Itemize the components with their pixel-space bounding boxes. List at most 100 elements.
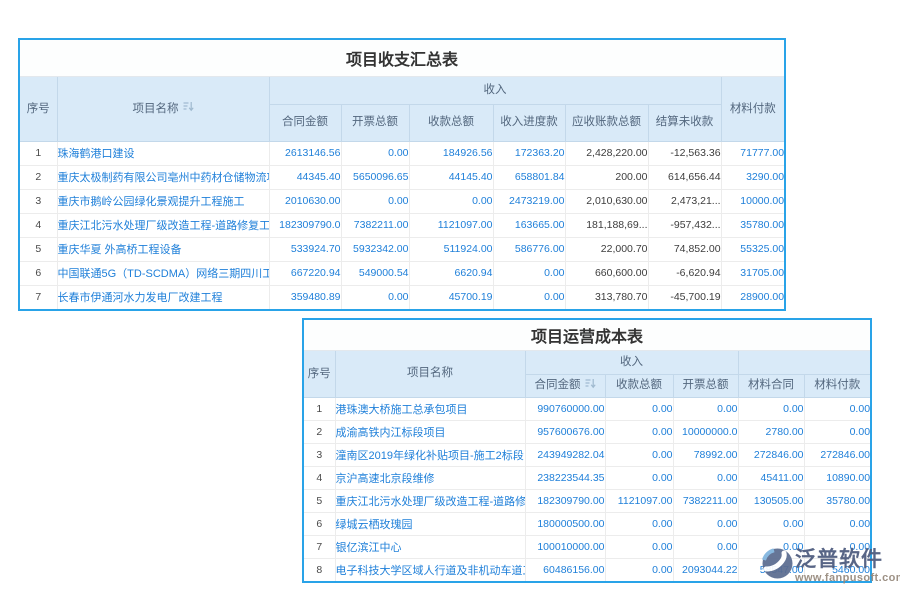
- value-cell[interactable]: 35780.00: [804, 489, 870, 512]
- value-cell[interactable]: 0.00: [605, 535, 673, 558]
- value-cell[interactable]: 7382211.00: [341, 213, 409, 237]
- value-cell[interactable]: 172363.20: [493, 141, 565, 165]
- value-cell[interactable]: 0.00: [605, 466, 673, 489]
- value-cell[interactable]: 0.00: [493, 285, 565, 309]
- value-cell[interactable]: 957600676.00: [525, 420, 605, 443]
- value-cell[interactable]: 549000.54: [341, 261, 409, 285]
- value-cell[interactable]: 45700.19: [409, 285, 493, 309]
- value-cell[interactable]: 10890.00: [804, 466, 870, 489]
- value-cell[interactable]: 184926.56: [409, 141, 493, 165]
- sort-icon[interactable]: [183, 101, 194, 116]
- project-name-link[interactable]: 京沪高速北京段维修: [335, 466, 525, 489]
- project-name-link[interactable]: 重庆市鹅岭公园绿化景观提升工程施工: [57, 189, 269, 213]
- value-cell[interactable]: 0.00: [341, 285, 409, 309]
- value-cell[interactable]: 71777.00: [721, 141, 784, 165]
- project-name-link[interactable]: 绿城云栖玫瑰园: [335, 512, 525, 535]
- value-cell[interactable]: 238223544.35: [525, 466, 605, 489]
- value-cell[interactable]: 1121097.00: [409, 213, 493, 237]
- value-cell[interactable]: 2613146.56: [269, 141, 341, 165]
- value-cell[interactable]: 130505.00: [738, 489, 804, 512]
- value-cell[interactable]: 658801.84: [493, 165, 565, 189]
- seq-cell: 5: [20, 237, 57, 261]
- table-row: 3潼南区2019年绿化补贴项目-施工2标段243949282.040.00789…: [304, 443, 870, 466]
- value-cell[interactable]: 0.00: [605, 443, 673, 466]
- project-name-link[interactable]: 重庆太极制药有限公司亳州中药材仓储物流项目: [57, 165, 269, 189]
- value-cell[interactable]: 5932342.00: [341, 237, 409, 261]
- project-name-link[interactable]: 银亿滨江中心: [335, 535, 525, 558]
- value-cell[interactable]: 0.00: [673, 512, 738, 535]
- value-cell[interactable]: 533924.70: [269, 237, 341, 261]
- value-cell[interactable]: 0.00: [341, 189, 409, 213]
- value-cell[interactable]: 10000000.0: [673, 420, 738, 443]
- value-cell[interactable]: 2473219.00: [493, 189, 565, 213]
- value-cell[interactable]: 272846.00: [738, 443, 804, 466]
- value-cell[interactable]: 0.00: [493, 261, 565, 285]
- value-cell[interactable]: 243949282.04: [525, 443, 605, 466]
- seq-cell: 1: [20, 141, 57, 165]
- value-cell[interactable]: 990760000.00: [525, 397, 605, 420]
- value-cell[interactable]: 163665.00: [493, 213, 565, 237]
- value-cell[interactable]: 44145.40: [409, 165, 493, 189]
- value-cell[interactable]: 586776.00: [493, 237, 565, 261]
- value-cell[interactable]: 182309790.00: [525, 489, 605, 512]
- value-cell[interactable]: 0.00: [605, 420, 673, 443]
- value-cell[interactable]: 0.00: [605, 558, 673, 581]
- value-cell[interactable]: 3290.00: [721, 165, 784, 189]
- value-cell[interactable]: 28900.00: [721, 285, 784, 309]
- table-title: 项目运营成本表: [304, 320, 870, 351]
- value-cell[interactable]: 0.00: [804, 420, 870, 443]
- value-cell[interactable]: 0.00: [738, 397, 804, 420]
- watermark: 泛普软件 www.fanpusoft.com: [762, 548, 900, 585]
- project-name-link[interactable]: 重庆江北污水处理厂级改造工程-道路修复工程: [57, 213, 269, 237]
- value-cell[interactable]: 2093044.22: [673, 558, 738, 581]
- group-header-income: 收入: [525, 351, 738, 374]
- value-cell[interactable]: 7382211.00: [673, 489, 738, 512]
- project-name-link[interactable]: 电子科技大学区域人行道及非机动车道工程: [335, 558, 525, 581]
- value-cell[interactable]: 0.00: [409, 189, 493, 213]
- seq-cell: 3: [304, 443, 335, 466]
- project-name-link[interactable]: 成渝高铁内江标段项目: [335, 420, 525, 443]
- value-cell[interactable]: 2010630.00: [269, 189, 341, 213]
- value-cell[interactable]: 0.00: [673, 466, 738, 489]
- value-cell: 313,780.70: [565, 285, 648, 309]
- value-cell[interactable]: 272846.00: [804, 443, 870, 466]
- value-cell[interactable]: 359480.89: [269, 285, 341, 309]
- value-cell[interactable]: 78992.00: [673, 443, 738, 466]
- project-name-link[interactable]: 重庆江北污水处理厂级改造工程-道路修复工程: [335, 489, 525, 512]
- project-name-link[interactable]: 中国联通5G（TD-SCDMA）网络三期四川工程: [57, 261, 269, 285]
- seq-cell: 4: [20, 213, 57, 237]
- project-name-link[interactable]: 港珠澳大桥施工总承包项目: [335, 397, 525, 420]
- value-cell[interactable]: 6620.94: [409, 261, 493, 285]
- value-cell[interactable]: 0.00: [804, 397, 870, 420]
- value-cell[interactable]: 35780.00: [721, 213, 784, 237]
- value-cell[interactable]: 0.00: [341, 141, 409, 165]
- value-cell[interactable]: 0.00: [673, 397, 738, 420]
- value-cell[interactable]: 31705.00: [721, 261, 784, 285]
- value-cell[interactable]: 182309790.0: [269, 213, 341, 237]
- project-name-link[interactable]: 潼南区2019年绿化补贴项目-施工2标段: [335, 443, 525, 466]
- value-cell[interactable]: 44345.40: [269, 165, 341, 189]
- project-name-link[interactable]: 重庆华夏 外高桥工程设备: [57, 237, 269, 261]
- value-cell[interactable]: 60486156.00: [525, 558, 605, 581]
- value-cell[interactable]: 180000500.00: [525, 512, 605, 535]
- value-cell[interactable]: 10000.00: [721, 189, 784, 213]
- project-name-link[interactable]: 长春市伊通河水力发电厂改建工程: [57, 285, 269, 309]
- sort-icon[interactable]: [585, 378, 596, 393]
- project-name-link[interactable]: 珠海鹤港口建设: [57, 141, 269, 165]
- value-cell[interactable]: 0.00: [738, 512, 804, 535]
- value-cell[interactable]: 100010000.00: [525, 535, 605, 558]
- income-expense-summary-table: 项目收支汇总表序号项目名称收入材料付款合同金额开票总额收款总额收入进度款应收账款…: [18, 38, 786, 311]
- value-cell[interactable]: 1121097.00: [605, 489, 673, 512]
- column-header-label: 收入进度款: [500, 115, 558, 129]
- value-cell[interactable]: 5650096.65: [341, 165, 409, 189]
- value-cell[interactable]: 0.00: [804, 512, 870, 535]
- value-cell[interactable]: 2780.00: [738, 420, 804, 443]
- value-cell[interactable]: 0.00: [605, 397, 673, 420]
- value-cell[interactable]: 667220.94: [269, 261, 341, 285]
- value-cell[interactable]: 511924.00: [409, 237, 493, 261]
- value-cell[interactable]: 55325.00: [721, 237, 784, 261]
- value-cell[interactable]: 0.00: [673, 535, 738, 558]
- table-row: 4京沪高速北京段维修238223544.350.000.0045411.0010…: [304, 466, 870, 489]
- value-cell[interactable]: 0.00: [605, 512, 673, 535]
- value-cell[interactable]: 45411.00: [738, 466, 804, 489]
